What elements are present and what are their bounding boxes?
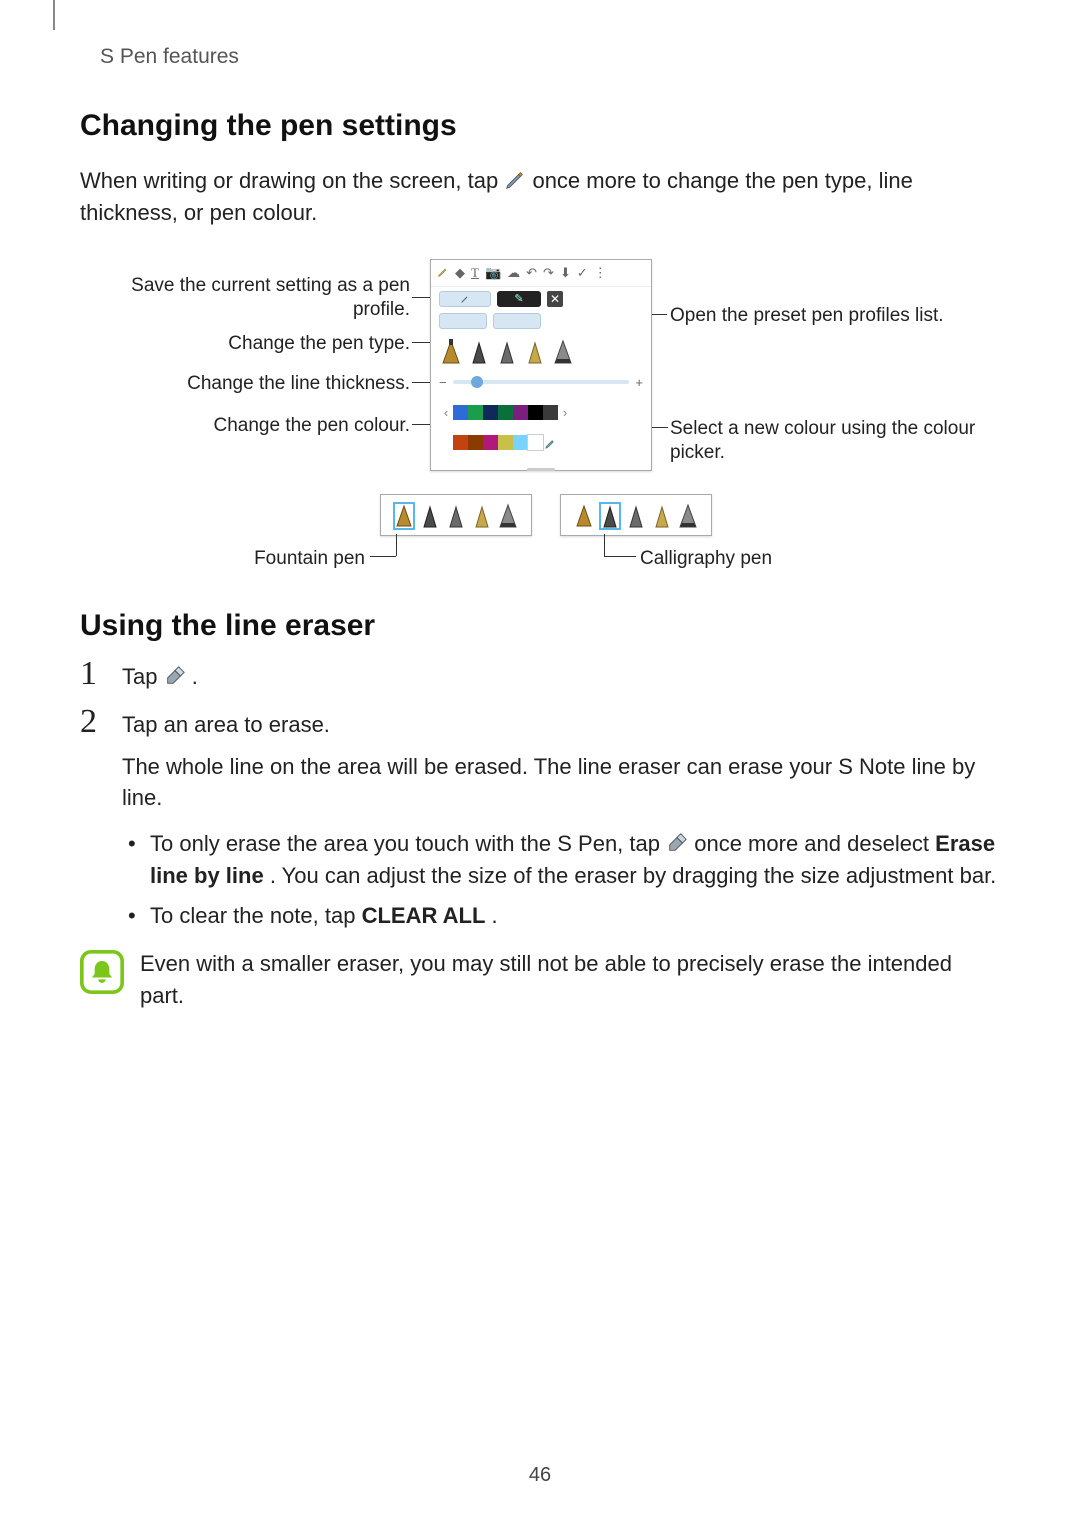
pen-settings-panel: ◆ T 📷 ☁ ↶ ↷ ⬇ ✓ ⋮ ✎ ✕ (430, 259, 652, 471)
step1-text-a: Tap (122, 664, 164, 689)
text-tool-icon[interactable]: T (471, 266, 479, 279)
check-icon[interactable]: ✓ (577, 266, 588, 279)
callout-fountain-pen: Fountain pen (200, 547, 365, 571)
step-1: 1 Tap . (80, 657, 1000, 693)
b2-b: . (492, 903, 498, 928)
tip-text: Even with a smaller eraser, you may stil… (128, 948, 1000, 1012)
bullet-clear-all: To clear the note, tap CLEAR ALL . (122, 900, 1000, 932)
swatch-next-icon[interactable]: › (558, 398, 572, 428)
page: S Pen features Changing the pen settings… (0, 0, 1080, 1527)
colour-swatch[interactable] (498, 405, 513, 420)
page-number: 46 (0, 1464, 1080, 1487)
callout-line-thickness: Change the line thickness. (80, 372, 410, 396)
step2-text-b: The whole line on the area will be erase… (122, 751, 1000, 815)
preset-chip-a[interactable] (439, 313, 487, 329)
heading-changing-pen-settings: Changing the pen settings (80, 109, 1000, 143)
colour-swatch[interactable] (483, 405, 498, 420)
b2-bold: CLEAR ALL (362, 903, 486, 928)
calligraphy-pen-hilite (598, 500, 622, 530)
colour-swatches: ‹ › ‹ (431, 396, 651, 464)
colour-swatch[interactable] (468, 405, 483, 420)
colour-swatch[interactable] (528, 405, 543, 420)
b1-b: once more and deselect (694, 831, 935, 856)
thickness-slider-row: − + (431, 369, 651, 396)
fountain-pen-hilite (392, 500, 416, 530)
profile-row: ✎ ✕ (431, 287, 651, 311)
breadcrumb: S Pen features (100, 45, 1000, 69)
colour-swatch[interactable] (453, 435, 468, 450)
lead-calligraphy-pen-h (604, 556, 636, 557)
undo-icon[interactable]: ↶ (526, 266, 537, 279)
b2-a: To clear the note, tap (150, 903, 362, 928)
panel-drag-handle[interactable] (527, 468, 555, 471)
redo-icon[interactable]: ↷ (543, 266, 554, 279)
download-icon[interactable]: ⬇ (560, 266, 571, 279)
pen-tool-icon[interactable] (437, 266, 449, 280)
slider-minus-icon[interactable]: − (439, 375, 447, 390)
colour-swatch[interactable] (513, 405, 528, 420)
callout-pen-type: Change the pen type. (80, 332, 410, 356)
preset-row (431, 311, 651, 333)
colour-swatch[interactable] (498, 435, 513, 450)
pen-type-row[interactable] (431, 333, 651, 369)
step-number-2: 2 (80, 705, 122, 940)
pen-type-calligraphy-panel (560, 494, 712, 536)
b1-c: . You can adjust the size of the eraser … (270, 863, 996, 888)
lead-fountain-pen (396, 534, 397, 556)
bullet-erase-area: To only erase the area you touch with th… (122, 828, 1000, 892)
step-number-1: 1 (80, 657, 122, 693)
panel-toolbar: ◆ T 📷 ☁ ↶ ↷ ⬇ ✓ ⋮ (431, 260, 651, 287)
tip-note: Even with a smaller eraser, you may stil… (80, 948, 1000, 1012)
profile-close-button[interactable]: ✕ (547, 291, 563, 307)
preset-chip-b[interactable] (493, 313, 541, 329)
profile-chip-add[interactable]: ✎ (497, 291, 541, 307)
colour-swatch[interactable] (468, 435, 483, 450)
pen-type-fountain-panel (380, 494, 532, 536)
callout-colour-picker: Select a new colour using the colour pic… (670, 417, 1000, 465)
eraser-icon (164, 664, 186, 686)
heading-line-eraser: Using the line eraser (80, 609, 1000, 643)
colour-picker-button[interactable] (543, 435, 558, 450)
lead-pen-type (412, 342, 432, 343)
thickness-slider[interactable] (453, 380, 630, 384)
header-tab-mark (53, 0, 55, 30)
callout-preset-list: Open the preset pen profiles list. (670, 304, 1000, 328)
intro-text-a: When writing or drawing on the screen, t… (80, 168, 504, 193)
cloud-tool-icon[interactable]: ☁ (507, 266, 520, 279)
lead-pen-colour (412, 424, 432, 425)
pen-icon (504, 168, 526, 190)
eraser-tool-icon[interactable]: ◆ (455, 266, 465, 279)
colour-swatch[interactable] (543, 405, 558, 420)
pen-settings-diagram: Save the current setting as a pen profil… (80, 259, 1000, 579)
swatch-prev-icon[interactable]: ‹ (439, 398, 453, 428)
colour-swatch[interactable] (513, 435, 528, 450)
tip-bell-icon (80, 948, 128, 1012)
profile-chip-current[interactable] (439, 291, 491, 307)
step-2: 2 Tap an area to erase. The whole line o… (80, 705, 1000, 940)
colour-swatch[interactable] (483, 435, 498, 450)
colour-swatch[interactable] (528, 435, 543, 450)
b1-a: To only erase the area you touch with th… (150, 831, 666, 856)
lead-fountain-pen-h (370, 556, 396, 557)
eraser-icon-2 (666, 831, 688, 853)
colour-swatch[interactable] (453, 405, 468, 420)
lead-line-thickness (412, 382, 432, 383)
callout-calligraphy-pen: Calligraphy pen (640, 547, 840, 571)
step2-bullets: To only erase the area you touch with th… (122, 828, 1000, 932)
step1-text-b: . (192, 664, 198, 689)
camera-tool-icon[interactable]: 📷 (485, 266, 501, 279)
intro-paragraph: When writing or drawing on the screen, t… (80, 165, 1000, 229)
callout-pen-colour: Change the pen colour. (80, 414, 410, 438)
more-icon[interactable]: ⋮ (594, 266, 607, 279)
lead-calligraphy-pen (604, 534, 605, 556)
callout-save-profile: Save the current setting as a pen profil… (80, 274, 410, 322)
slider-plus-icon[interactable]: + (635, 375, 643, 390)
step2-text-a: Tap an area to erase. (122, 709, 1000, 741)
